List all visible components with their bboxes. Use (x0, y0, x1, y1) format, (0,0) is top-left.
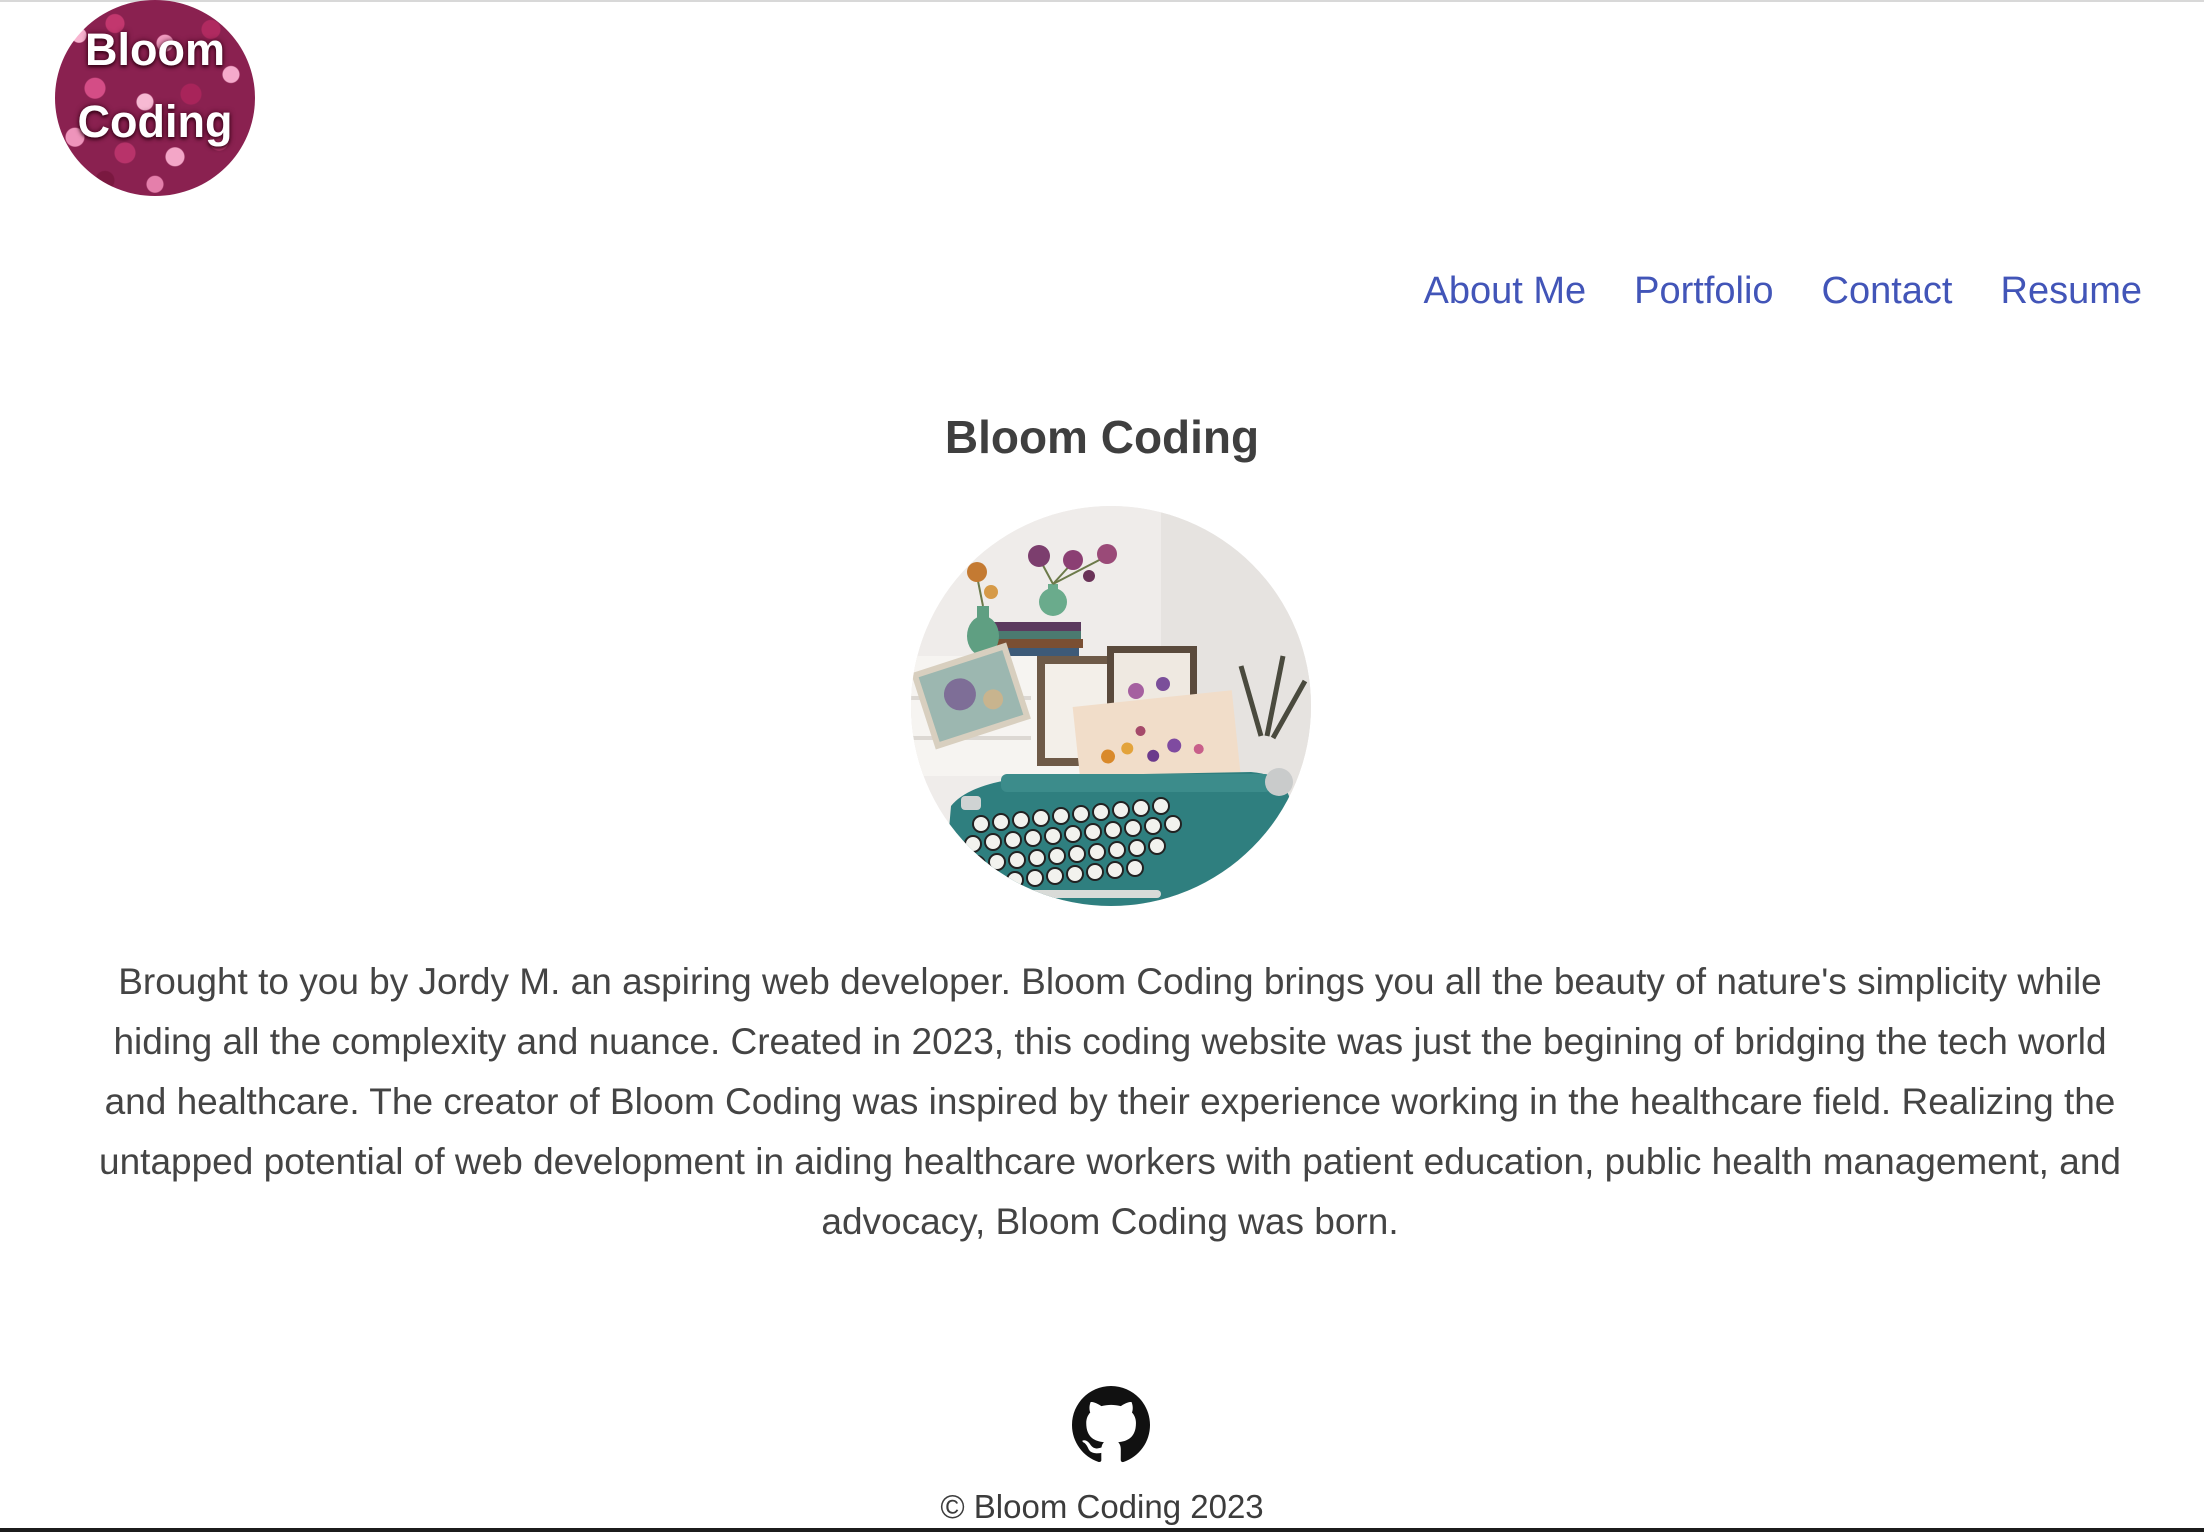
page-title: Bloom Coding (944, 411, 1260, 463)
about-paragraph: Brought to you by Jordy M. an aspiring w… (99, 961, 2121, 1242)
page: Bloom Coding About Me Portfolio Contact … (0, 0, 2204, 1532)
hero-image (911, 506, 1311, 906)
nav-link-resume[interactable]: Resume (2001, 270, 2143, 313)
logo-line-2: Coding (77, 96, 233, 147)
main-nav: About Me Portfolio Contact Resume (1423, 270, 2142, 313)
typewriter-illustration (911, 506, 1311, 906)
nav-link-contact[interactable]: Contact (1822, 270, 1953, 313)
github-mark-icon (1072, 1386, 1150, 1463)
site-logo[interactable]: Bloom Coding (55, 0, 255, 196)
nav-link-about-me[interactable]: About Me (1423, 270, 1586, 313)
github-icon[interactable] (1072, 1386, 1150, 1464)
nav-link-portfolio[interactable]: Portfolio (1634, 270, 1773, 313)
logo-line-1: Bloom (85, 24, 225, 75)
logo-text: Bloom Coding (55, 14, 255, 158)
copyright-text: © Bloom Coding 2023 (940, 1488, 1264, 1525)
